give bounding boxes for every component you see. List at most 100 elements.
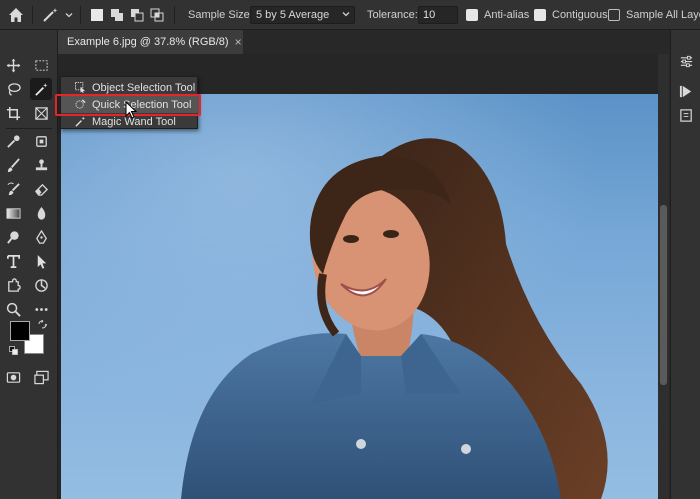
gradient-tool[interactable] bbox=[2, 202, 24, 224]
document-tab[interactable]: Example 6.jpg @ 37.8% (RGB/8) × bbox=[58, 30, 243, 54]
eraser-tool[interactable] bbox=[30, 178, 52, 200]
dodge-icon bbox=[6, 230, 19, 244]
play-icon bbox=[679, 85, 691, 97]
type-icon bbox=[6, 254, 20, 268]
add-to-selection-icon bbox=[111, 9, 123, 21]
stamp-icon bbox=[35, 158, 47, 170]
pen-icon bbox=[35, 229, 47, 244]
path-selection-tool[interactable] bbox=[30, 250, 52, 272]
mouse-cursor-icon bbox=[125, 101, 137, 119]
screen-mode-button[interactable] bbox=[30, 366, 52, 388]
properties-panel-button[interactable] bbox=[675, 50, 697, 72]
home-button[interactable] bbox=[8, 0, 24, 30]
eyedropper-icon bbox=[6, 134, 20, 148]
divider bbox=[6, 128, 52, 129]
frame-icon bbox=[34, 106, 48, 120]
tolerance-input[interactable]: 10 bbox=[418, 6, 458, 24]
quick-mask-icon bbox=[6, 371, 20, 383]
portrait-photo bbox=[61, 94, 658, 499]
object-selection-icon bbox=[75, 82, 86, 93]
edit-toolbar-button[interactable] bbox=[30, 298, 52, 320]
magic-wand-icon bbox=[43, 8, 58, 22]
blur-drop-icon bbox=[37, 206, 45, 220]
foreground-color-swatch[interactable] bbox=[10, 321, 30, 341]
tools-panel bbox=[0, 30, 58, 499]
magic-wand-icon bbox=[75, 116, 86, 127]
history-brush-tool[interactable] bbox=[2, 178, 24, 200]
divider bbox=[80, 6, 81, 24]
magic-wand-tool[interactable] bbox=[30, 78, 52, 100]
crop-tool[interactable] bbox=[2, 102, 24, 124]
contiguous-checkbox[interactable]: Contiguous bbox=[534, 0, 608, 30]
history-icon bbox=[679, 108, 692, 122]
checkbox-checked-icon bbox=[466, 9, 478, 21]
sample-size-value: 5 by 5 Average bbox=[256, 9, 330, 21]
sample-all-layers-label: Sample All Layers bbox=[626, 9, 700, 21]
move-tool[interactable] bbox=[2, 54, 24, 76]
anti-alias-checkbox[interactable]: Anti-alias bbox=[466, 0, 529, 30]
screen-mode-icon bbox=[33, 370, 49, 384]
lasso-icon bbox=[7, 82, 21, 96]
puzzle-shape-icon bbox=[7, 277, 21, 292]
arrow-pointer-icon bbox=[37, 254, 46, 269]
divider bbox=[174, 6, 175, 24]
tolerance-label: Tolerance: bbox=[367, 9, 418, 21]
rotate-view-icon bbox=[34, 278, 48, 292]
chevron-down-icon bbox=[65, 13, 73, 18]
rectangular-marquee-tool[interactable] bbox=[30, 54, 52, 76]
blur-tool[interactable] bbox=[30, 202, 52, 224]
pen-tool[interactable] bbox=[30, 226, 52, 248]
sample-size-label: Sample Size: bbox=[188, 9, 253, 21]
actions-panel-button[interactable] bbox=[675, 80, 697, 102]
frame-tool[interactable] bbox=[30, 102, 52, 124]
hand-rotate-tool[interactable] bbox=[30, 274, 52, 296]
type-tool[interactable] bbox=[2, 250, 24, 272]
magic-wand-icon bbox=[34, 82, 48, 96]
close-icon[interactable]: × bbox=[235, 35, 242, 49]
document-tab-title: Example 6.jpg @ 37.8% (RGB/8) bbox=[67, 36, 229, 48]
document-image[interactable] bbox=[61, 94, 658, 499]
gradient-icon bbox=[5, 207, 21, 219]
crop-icon bbox=[6, 106, 20, 120]
sample-all-layers-checkbox[interactable]: Sample All Layers bbox=[608, 0, 700, 30]
quick-mask-button[interactable] bbox=[2, 366, 24, 388]
new-selection-icon bbox=[91, 9, 103, 21]
object-selection-tool-label: Object Selection Tool bbox=[92, 81, 196, 94]
sample-size-dropdown[interactable]: 5 by 5 Average bbox=[250, 6, 355, 24]
zoom-tool[interactable] bbox=[2, 298, 24, 320]
brush-icon bbox=[7, 157, 20, 172]
subtract-from-selection-button[interactable] bbox=[130, 0, 144, 30]
move-icon bbox=[6, 58, 20, 72]
more-dots-icon bbox=[34, 307, 48, 311]
clone-stamp-tool[interactable] bbox=[30, 154, 52, 176]
history-panel-button[interactable] bbox=[675, 104, 697, 126]
new-selection-button[interactable] bbox=[90, 0, 104, 30]
home-icon bbox=[9, 8, 23, 22]
swap-colors-icon[interactable] bbox=[38, 320, 47, 329]
marquee-icon bbox=[34, 59, 48, 71]
bandage-icon bbox=[35, 135, 47, 147]
default-colors-icon[interactable] bbox=[9, 346, 18, 355]
sliders-icon bbox=[680, 55, 692, 67]
checkbox-unchecked-icon bbox=[608, 9, 620, 21]
checkbox-checked-icon bbox=[534, 9, 546, 21]
custom-shape-tool[interactable] bbox=[2, 274, 24, 296]
contiguous-label: Contiguous bbox=[552, 9, 608, 21]
brush-tool[interactable] bbox=[2, 154, 24, 176]
eraser-icon bbox=[34, 183, 48, 196]
intersect-selection-icon bbox=[150, 8, 164, 22]
eyedropper-tool[interactable] bbox=[2, 130, 24, 152]
subtract-from-selection-icon bbox=[131, 9, 144, 22]
dodge-tool[interactable] bbox=[2, 226, 24, 248]
scrollbar-thumb[interactable] bbox=[660, 205, 667, 385]
chevron-down-icon bbox=[342, 12, 350, 17]
lasso-tool[interactable] bbox=[2, 78, 24, 100]
divider bbox=[32, 6, 33, 24]
history-brush-icon bbox=[6, 182, 20, 195]
intersect-selection-button[interactable] bbox=[150, 0, 164, 30]
tool-preset-picker[interactable] bbox=[42, 0, 74, 30]
anti-alias-label: Anti-alias bbox=[484, 9, 530, 21]
collapsed-panels-dock bbox=[670, 30, 700, 499]
spot-healing-brush-tool[interactable] bbox=[30, 130, 52, 152]
add-to-selection-button[interactable] bbox=[110, 0, 124, 30]
